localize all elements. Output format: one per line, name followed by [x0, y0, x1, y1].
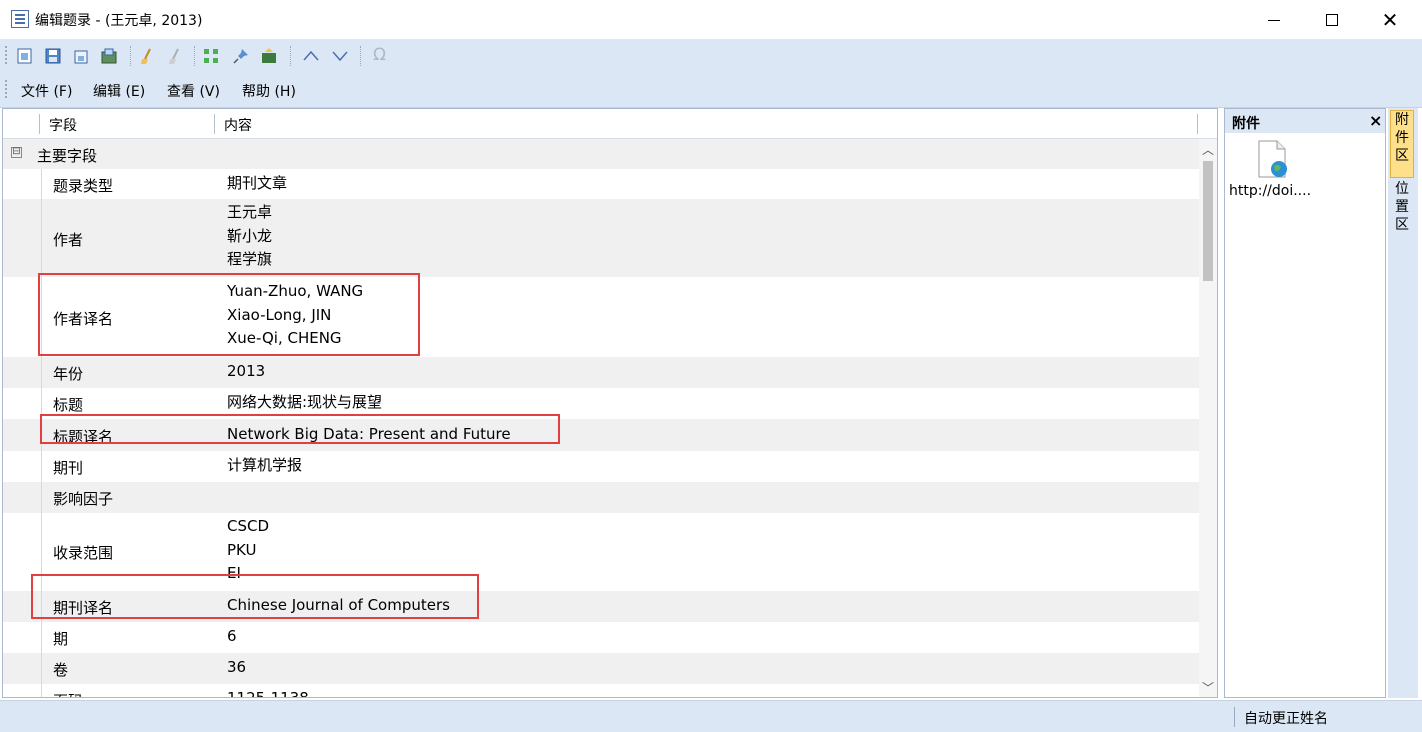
web-file-icon[interactable]	[1255, 139, 1289, 179]
toolbar-separator	[290, 46, 292, 66]
new-record-icon[interactable]	[16, 47, 34, 65]
grid-rows: ⊟ 主要字段 题录类型 期刊文章 作者 王元卓 靳小龙 程学旗 作者译名 Yua…	[3, 139, 1199, 697]
omega-icon[interactable]: Ω	[373, 45, 391, 65]
close-button[interactable]: ✕	[1361, 0, 1419, 40]
field-value[interactable]: 王元卓 靳小龙 程学旗	[227, 201, 272, 272]
save-icon[interactable]	[44, 47, 62, 65]
clean-disabled-icon[interactable]	[166, 47, 184, 65]
scroll-thumb[interactable]	[1203, 161, 1213, 281]
clean-icon[interactable]	[138, 47, 156, 65]
field-value[interactable]: 计算机学报	[227, 454, 302, 478]
tab-location[interactable]: 位置区	[1390, 180, 1414, 244]
field-label: 影响因子	[53, 490, 114, 508]
tab-attachments[interactable]: 附件区	[1390, 110, 1414, 178]
table-row[interactable]: 题录类型 期刊文章	[3, 169, 1199, 199]
close-icon[interactable]: ×	[1369, 111, 1382, 130]
menu-bar: 文件 (F) 编辑 (E) 查看 (V) 帮助 (H)	[0, 72, 1422, 108]
field-value[interactable]: 1125-1138	[227, 687, 309, 697]
menu-view[interactable]: 查看 (V)	[167, 81, 220, 101]
grid-icon[interactable]	[202, 47, 220, 65]
value-line: 王元卓	[227, 203, 273, 221]
attachment-title: 附件	[1232, 116, 1260, 132]
field-label: 期	[53, 630, 69, 648]
header-separator	[214, 114, 215, 134]
toolbar-separator	[194, 46, 196, 66]
maximize-icon	[1326, 14, 1338, 26]
menu-file[interactable]: 文件 (F)	[21, 81, 72, 101]
attachment-header: 附件 ×	[1225, 109, 1385, 133]
highlight-box-journal-translation	[31, 574, 479, 619]
down-arrow-icon[interactable]	[331, 47, 349, 65]
vertical-scrollbar[interactable]: ︿ ﹀	[1199, 139, 1217, 697]
value-line: CSCD	[227, 517, 270, 535]
header-content[interactable]: 内容	[224, 115, 252, 135]
export-icon[interactable]	[100, 47, 118, 65]
table-row[interactable]: 年份 2013	[3, 357, 1199, 388]
close-icon: ✕	[1381, 8, 1399, 32]
highlight-box-author-translation	[38, 273, 420, 356]
collapse-icon[interactable]: ⊟	[11, 147, 22, 158]
field-value[interactable]: 36	[227, 656, 246, 680]
toolbar: Ω	[0, 40, 1422, 72]
field-label: 标题	[53, 396, 84, 414]
attachment-panel: 附件 × http://doi....	[1224, 108, 1386, 698]
tab-attachments-label: 附件区	[1395, 112, 1409, 164]
field-value[interactable]: 2013	[227, 360, 265, 384]
field-label: 收录范围	[53, 544, 114, 562]
minimize-icon	[1268, 19, 1280, 21]
side-tab-strip: 附件区 位置区	[1388, 108, 1418, 698]
table-row[interactable]: 作者 王元卓 靳小龙 程学旗	[3, 199, 1199, 277]
header-separator	[1197, 114, 1198, 134]
app-list-icon	[11, 10, 29, 28]
field-label: 作者	[53, 231, 84, 249]
group-row-main[interactable]: ⊟ 主要字段	[3, 139, 1199, 169]
field-value[interactable]: 6	[227, 625, 237, 649]
field-value[interactable]: 期刊文章	[227, 172, 287, 196]
menu-help[interactable]: 帮助 (H)	[242, 81, 296, 101]
field-label: 卷	[53, 661, 69, 679]
maximize-button[interactable]	[1303, 0, 1361, 40]
table-row[interactable]: 期 6	[3, 622, 1199, 653]
tab-location-label: 位置区	[1395, 181, 1409, 233]
pin-icon[interactable]	[232, 47, 250, 65]
scroll-up-icon[interactable]: ︿	[1202, 141, 1214, 158]
title-bar: 编辑题录 - (王元卓, 2013) ✕	[0, 0, 1422, 40]
grid-header: 字段 内容	[3, 109, 1217, 139]
status-text: 自动更正姓名	[1244, 711, 1328, 727]
highlight-box-title-translation	[40, 414, 560, 444]
scroll-down-icon[interactable]: ﹀	[1202, 679, 1214, 696]
field-label: 期刊	[53, 459, 84, 477]
value-line: 程学旗	[227, 250, 273, 268]
table-row[interactable]: 页码 1125-1138	[3, 684, 1199, 697]
window-title: 编辑题录 - (王元卓, 2013)	[35, 13, 203, 29]
status-separator	[1234, 707, 1235, 727]
import-icon[interactable]	[260, 47, 278, 65]
field-label: 年份	[53, 365, 84, 383]
minimize-button[interactable]	[1245, 0, 1303, 40]
menu-grip	[5, 80, 7, 98]
value-line: PKU	[227, 540, 257, 559]
menu-edit[interactable]: 编辑 (E)	[93, 81, 145, 101]
toolbar-separator	[130, 46, 132, 66]
field-grid: 字段 内容 ⊟ 主要字段 题录类型 期刊文章 作者 王元卓 靳小龙 程学旗 作者…	[2, 108, 1218, 698]
header-separator	[39, 114, 40, 134]
toolbar-separator	[360, 46, 362, 66]
attachment-filename[interactable]: http://doi....	[1229, 183, 1311, 199]
save-all-icon[interactable]	[72, 47, 90, 65]
up-arrow-icon[interactable]	[302, 47, 320, 65]
group-label: 主要字段	[37, 147, 98, 165]
toolbar-grip	[5, 46, 7, 64]
table-row[interactable]: 卷 36	[3, 653, 1199, 684]
table-row[interactable]: 期刊 计算机学报	[3, 451, 1199, 482]
field-label: 题录类型	[53, 177, 114, 195]
value-line: 靳小龙	[227, 226, 273, 245]
field-value[interactable]: 网络大数据:现状与展望	[227, 391, 382, 415]
header-field[interactable]: 字段	[49, 115, 77, 135]
field-label: 页码	[53, 690, 83, 697]
status-bar: 自动更正姓名	[0, 700, 1422, 732]
table-row[interactable]: 影响因子	[3, 482, 1199, 513]
